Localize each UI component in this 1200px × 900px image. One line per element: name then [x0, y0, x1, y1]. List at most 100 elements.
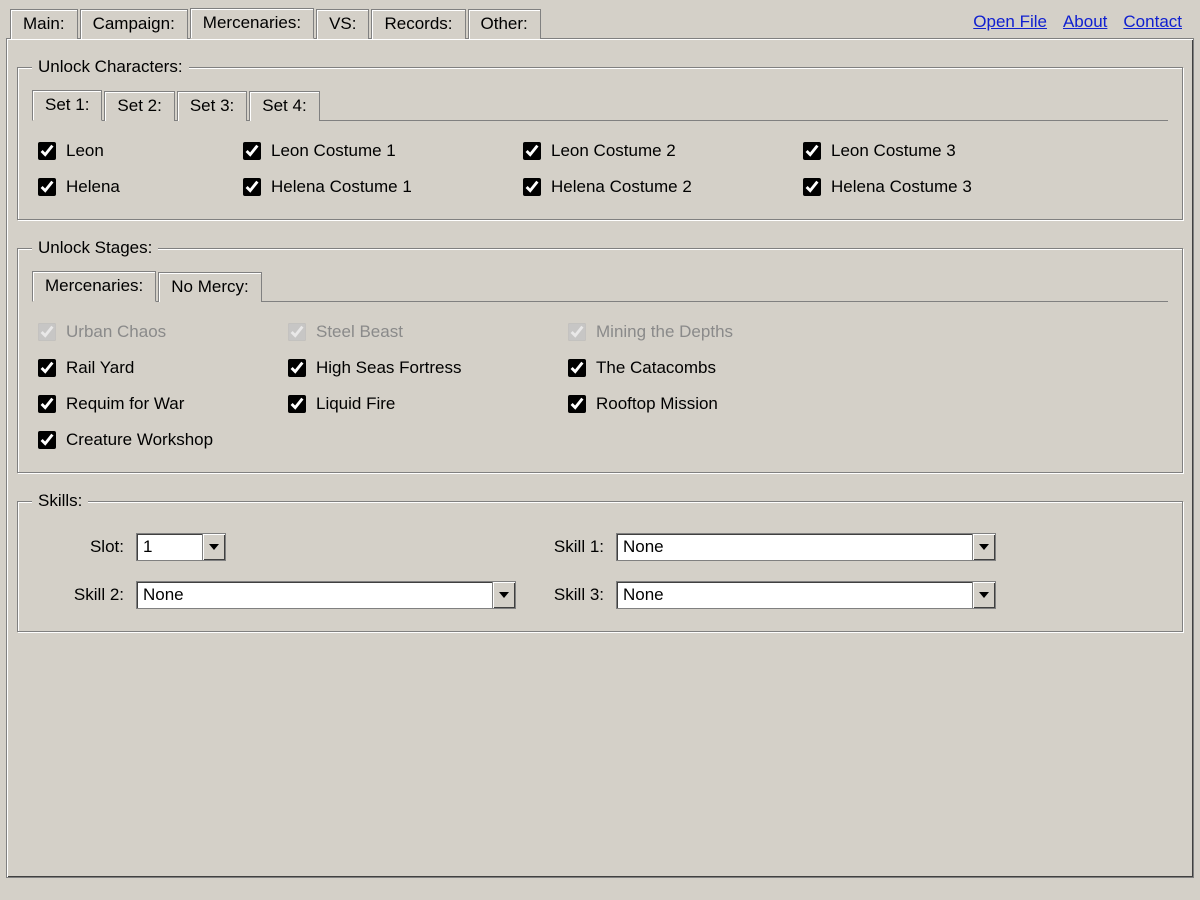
mode-no-mercy-tab[interactable]: No Mercy: — [158, 272, 261, 302]
skills-legend: Skills: — [32, 491, 88, 511]
tab-label: Mercenaries: — [203, 13, 301, 32]
chk-label: Helena Costume 1 — [271, 177, 412, 197]
chk-label: Requim for War — [66, 394, 184, 414]
tab-label: No Mercy: — [171, 277, 248, 296]
skills-grid: Slot: 1 Skill 1: None Skill 2: — [32, 523, 1168, 613]
skill3-label: Skill 3: — [496, 585, 616, 605]
tab-label: Campaign: — [93, 14, 175, 33]
chk-box[interactable] — [523, 178, 541, 196]
tab-other[interactable]: Other: — [468, 9, 541, 39]
contact-link[interactable]: Contact — [1123, 12, 1182, 32]
chk-high-seas-fortress[interactable]: High Seas Fortress — [288, 358, 548, 378]
chk-the-catacombs[interactable]: The Catacombs — [568, 358, 1166, 378]
slot-label: Slot: — [36, 537, 136, 557]
chk-label: Steel Beast — [316, 322, 403, 342]
slot-combo[interactable]: 1 — [136, 533, 226, 561]
character-grid: Leon Leon Costume 1 Leon Costume 2 Leon … — [32, 135, 1168, 201]
tab-body: Unlock Characters: Set 1: Set 2: Set 3: … — [6, 38, 1194, 878]
chk-label: Helena Costume 3 — [831, 177, 972, 197]
skill3-combo[interactable]: None — [616, 581, 996, 609]
unlock-characters-group: Unlock Characters: Set 1: Set 2: Set 3: … — [17, 57, 1183, 220]
chk-leon-costume-3[interactable]: Leon Costume 3 — [803, 141, 1166, 161]
chevron-down-icon[interactable] — [972, 582, 995, 608]
skill1-value: None — [617, 534, 972, 560]
chk-box — [38, 323, 56, 341]
tab-label: VS: — [329, 14, 356, 33]
main-tabstrip: Main: Campaign: Mercenaries: VS: Records… — [10, 7, 973, 38]
set1-tab[interactable]: Set 1: — [32, 90, 102, 121]
chk-box[interactable] — [243, 142, 261, 160]
chk-label: Leon — [66, 141, 104, 161]
chevron-down-icon[interactable] — [972, 534, 995, 560]
skill2-value: None — [137, 582, 492, 608]
mode-mercenaries-tab[interactable]: Mercenaries: — [32, 271, 156, 302]
chk-helena-costume-1[interactable]: Helena Costume 1 — [243, 177, 503, 197]
chk-leon[interactable]: Leon — [38, 141, 223, 161]
chk-helena-costume-3[interactable]: Helena Costume 3 — [803, 177, 1166, 197]
chk-label: High Seas Fortress — [316, 358, 462, 378]
set3-tab[interactable]: Set 3: — [177, 91, 247, 121]
tab-main[interactable]: Main: — [10, 9, 78, 39]
tab-label: Mercenaries: — [45, 276, 143, 295]
tab-label: Records: — [384, 14, 452, 33]
chk-requim-for-war[interactable]: Requim for War — [38, 394, 268, 414]
chk-label: Creature Workshop — [66, 430, 213, 450]
chk-label: Rail Yard — [66, 358, 134, 378]
chk-helena-costume-2[interactable]: Helena Costume 2 — [523, 177, 783, 197]
chk-label: Mining the Depths — [596, 322, 733, 342]
chk-leon-box[interactable] — [38, 142, 56, 160]
tab-mercenaries[interactable]: Mercenaries: — [190, 8, 314, 39]
tab-label: Other: — [481, 14, 528, 33]
skill2-combo[interactable]: None — [136, 581, 516, 609]
chk-steel-beast: Steel Beast — [288, 322, 548, 342]
chk-label: Liquid Fire — [316, 394, 395, 414]
chk-box — [568, 323, 586, 341]
chk-label: Leon Costume 3 — [831, 141, 956, 161]
chk-box[interactable] — [288, 359, 306, 377]
chk-label: The Catacombs — [596, 358, 716, 378]
chk-box[interactable] — [38, 178, 56, 196]
skill1-combo[interactable]: None — [616, 533, 996, 561]
chk-box[interactable] — [803, 142, 821, 160]
about-link[interactable]: About — [1063, 12, 1107, 32]
chk-urban-chaos: Urban Chaos — [38, 322, 268, 342]
chk-leon-costume-2[interactable]: Leon Costume 2 — [523, 141, 783, 161]
chk-rooftop-mission[interactable]: Rooftop Mission — [568, 394, 1166, 414]
chk-label: Helena — [66, 177, 120, 197]
stage-grid: Urban Chaos Steel Beast Mining the Depth… — [32, 316, 1168, 454]
skill1-label: Skill 1: — [496, 537, 616, 557]
open-file-link[interactable]: Open File — [973, 12, 1047, 32]
chk-box[interactable] — [38, 395, 56, 413]
chk-leon-costume-1[interactable]: Leon Costume 1 — [243, 141, 503, 161]
tab-label: Set 4: — [262, 96, 306, 115]
tab-vs[interactable]: VS: — [316, 9, 369, 39]
chk-box[interactable] — [803, 178, 821, 196]
tab-label: Set 1: — [45, 95, 89, 114]
unlock-stages-group: Unlock Stages: Mercenaries: No Mercy: Ur… — [17, 238, 1183, 473]
chk-label: Rooftop Mission — [596, 394, 718, 414]
chk-helena[interactable]: Helena — [38, 177, 223, 197]
chk-box[interactable] — [568, 395, 586, 413]
chk-mining-the-depths: Mining the Depths — [568, 322, 1166, 342]
chk-label: Leon Costume 1 — [271, 141, 396, 161]
tab-records[interactable]: Records: — [371, 9, 465, 39]
chevron-down-icon[interactable] — [202, 534, 225, 560]
chk-box[interactable] — [243, 178, 261, 196]
set2-tab[interactable]: Set 2: — [104, 91, 174, 121]
tab-campaign[interactable]: Campaign: — [80, 9, 188, 39]
chk-box[interactable] — [568, 359, 586, 377]
skill2-label: Skill 2: — [36, 585, 136, 605]
chk-box[interactable] — [38, 431, 56, 449]
chk-rail-yard[interactable]: Rail Yard — [38, 358, 268, 378]
skill3-value: None — [617, 582, 972, 608]
chk-label: Helena Costume 2 — [551, 177, 692, 197]
set4-tab[interactable]: Set 4: — [249, 91, 319, 121]
chk-box — [288, 323, 306, 341]
unlock-characters-legend: Unlock Characters: — [32, 57, 189, 77]
chk-liquid-fire[interactable]: Liquid Fire — [288, 394, 548, 414]
chk-creature-workshop[interactable]: Creature Workshop — [38, 430, 268, 450]
chk-box[interactable] — [38, 359, 56, 377]
chk-label: Leon Costume 2 — [551, 141, 676, 161]
chk-box[interactable] — [288, 395, 306, 413]
chk-box[interactable] — [523, 142, 541, 160]
